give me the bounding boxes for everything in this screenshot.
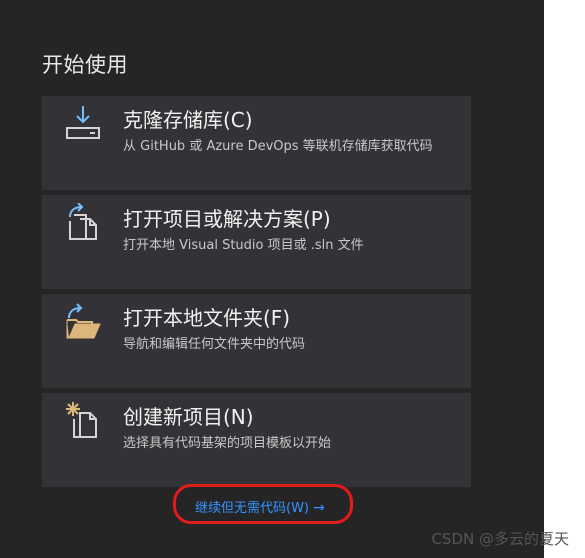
new-project-icon (64, 401, 102, 439)
new-project-description: 选择具有代码基架的项目模板以开始 (123, 436, 332, 451)
continue-without-code-link[interactable]: 继续但无需代码(W) → (195, 497, 325, 516)
open-folder-title: 打开本地文件夹(F) (123, 306, 291, 330)
clone-download-icon (64, 104, 102, 142)
get-started-panel: 开始使用 克隆存储库(C) 从 GitHub 或 Azure DevOps 等联… (0, 0, 544, 558)
open-project-description: 打开本地 Visual Studio 项目或 .sln 文件 (123, 238, 364, 253)
section-title: 开始使用 (42, 53, 128, 77)
open-project-card[interactable]: 打开项目或解决方案(P) 打开本地 Visual Studio 项目或 .sln… (42, 195, 471, 289)
open-folder-description: 导航和编辑任何文件夹中的代码 (123, 337, 306, 352)
new-project-card[interactable]: 创建新项目(N) 选择具有代码基架的项目模板以开始 (42, 393, 471, 487)
arrow-right-icon: → (313, 500, 325, 516)
clone-repository-description: 从 GitHub 或 Azure DevOps 等联机存储库获取代码 (123, 139, 433, 154)
clone-repository-card[interactable]: 克隆存储库(C) 从 GitHub 或 Azure DevOps 等联机存储库获… (42, 96, 471, 190)
open-folder-icon (64, 302, 102, 340)
continue-without-code-label: 继续但无需代码(W) (195, 501, 309, 516)
open-project-icon (64, 202, 102, 241)
open-folder-card[interactable]: 打开本地文件夹(F) 导航和编辑任何文件夹中的代码 (42, 294, 471, 388)
clone-repository-title: 克隆存储库(C) (123, 108, 253, 132)
new-project-title: 创建新项目(N) (123, 405, 254, 429)
watermark: CSDN @多云的夏天 (431, 530, 569, 548)
open-project-title: 打开项目或解决方案(P) (123, 207, 331, 231)
